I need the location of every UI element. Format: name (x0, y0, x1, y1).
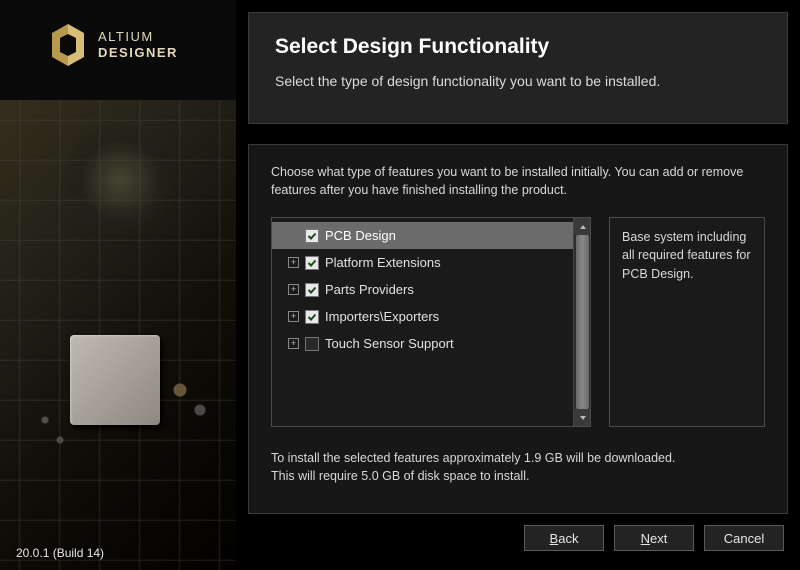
checkmark-icon (307, 312, 317, 322)
right-panel: Select Design Functionality Select the t… (248, 12, 788, 558)
scroll-thumb[interactable] (576, 235, 589, 409)
feature-description-panel: Base system including all required featu… (609, 217, 765, 427)
expand-icon[interactable]: + (288, 257, 299, 268)
download-size-text: To install the selected features approxi… (271, 449, 765, 467)
page-subtitle: Select the type of design functionality … (275, 73, 761, 89)
checkmark-icon (307, 258, 317, 268)
feature-checkbox[interactable] (305, 283, 319, 297)
expand-spacer (288, 230, 299, 241)
body-box: Choose what type of features you want to… (248, 144, 788, 514)
feature-label: PCB Design (325, 228, 396, 243)
disk-space-text: This will require 5.0 GB of disk space t… (271, 467, 765, 485)
feature-checkbox[interactable] (305, 310, 319, 324)
wizard-buttons: Back Next Cancel (248, 518, 788, 558)
page-title: Select Design Functionality (275, 35, 761, 59)
feature-item[interactable]: + Touch Sensor Support (272, 330, 590, 357)
left-panel: ALTIUM DESIGNER 20.0.1 (Build 14) (0, 0, 236, 570)
install-size-info: To install the selected features approxi… (271, 449, 765, 485)
pcb-background-image (0, 100, 236, 570)
chevron-up-icon (579, 224, 587, 230)
feature-label: Parts Providers (325, 282, 414, 297)
chevron-down-icon (579, 415, 587, 421)
feature-label: Platform Extensions (325, 255, 441, 270)
scroll-up-button[interactable] (574, 218, 591, 235)
expand-icon[interactable]: + (288, 284, 299, 295)
brand-text: ALTIUM DESIGNER (98, 29, 178, 60)
scroll-down-button[interactable] (574, 409, 591, 426)
instructions-text: Choose what type of features you want to… (271, 163, 765, 199)
feature-list[interactable]: PCB Design + Platform Extensions + Parts Pro… (271, 217, 591, 427)
version-label: 20.0.1 (Build 14) (16, 546, 104, 560)
feature-item[interactable]: + Platform Extensions (272, 249, 590, 276)
expand-icon[interactable]: + (288, 311, 299, 322)
feature-checkbox[interactable] (305, 256, 319, 270)
feature-item[interactable]: + Parts Providers (272, 276, 590, 303)
feature-item[interactable]: PCB Design (272, 222, 590, 249)
checkmark-icon (307, 231, 317, 241)
cancel-button[interactable]: Cancel (704, 525, 784, 551)
checkmark-icon (307, 285, 317, 295)
expand-icon[interactable]: + (288, 338, 299, 349)
brand-logo: ALTIUM DESIGNER (48, 22, 178, 68)
feature-label: Touch Sensor Support (325, 336, 454, 351)
header-box: Select Design Functionality Select the t… (248, 12, 788, 124)
feature-label: Importers\Exporters (325, 309, 439, 324)
feature-checkbox[interactable] (305, 229, 319, 243)
feature-checkbox[interactable] (305, 337, 319, 351)
back-button[interactable]: Back (524, 525, 604, 551)
altium-logo-icon (48, 22, 88, 68)
feature-item[interactable]: + Importers\Exporters (272, 303, 590, 330)
next-button[interactable]: Next (614, 525, 694, 551)
scrollbar[interactable] (573, 218, 590, 426)
